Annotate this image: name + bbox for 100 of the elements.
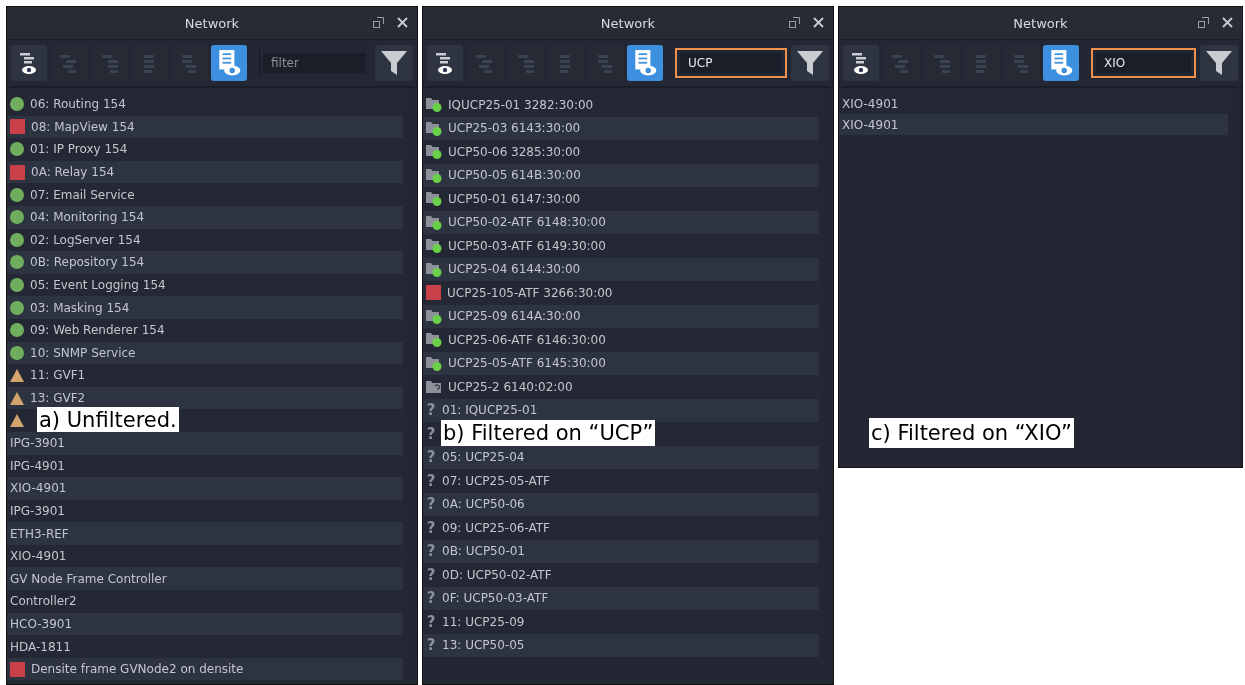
row-label: XIO-4901 [10,549,67,564]
row-label: 02: LogServer 154 [30,232,141,247]
close-button[interactable] [395,15,409,29]
list-row[interactable]: 0A: Relay 154 [7,160,403,184]
row-label: 11: GVF1 [30,368,86,383]
row-label: 06: Routing 154 [30,97,126,112]
row-label: XIO-4901 [842,117,899,132]
status-dot-icon [10,278,24,293]
list-view-icon [1048,49,1074,77]
list-row[interactable]: UCP25-05-ATF 6145:30:00 [423,351,819,375]
row-label: UCP25-105-ATF 3266:30:00 [447,285,613,300]
filter-button[interactable] [791,45,829,81]
filter-button[interactable] [375,45,413,81]
row-label: IPG-3901 [10,436,65,451]
row-label: 03: Masking 154 [30,300,130,315]
close-button[interactable] [1220,15,1234,29]
list-row[interactable]: Densite frame GVNode2 on densite [7,657,403,681]
status-square-icon [10,119,25,135]
row-label: UCP50-03-ATF 6149:30:00 [448,238,606,253]
warning-triangle-icon [10,414,24,428]
folder-icon [426,167,442,183]
row-label: IPG-4901 [10,458,65,473]
list-row[interactable]: UCP50-02-ATF 6148:30:00 [423,210,819,234]
list-view-icon [632,49,658,77]
close-icon [1221,16,1233,28]
unknown-mark: ? [426,589,436,608]
view-mode-button[interactable] [427,45,463,81]
list-row[interactable]: ? 0F: UCP50-03-ATF [423,586,819,610]
panel-title: Network [184,15,240,31]
status-dot-icon [10,323,24,338]
folder-icon [426,332,442,348]
row-label: UCP25-05-ATF 6145:30:00 [448,356,606,371]
funnel-icon [380,49,408,77]
float-button[interactable] [371,15,385,29]
figure-caption: a) Unfiltered. [37,407,179,435]
folder-icon [426,238,442,254]
list-row[interactable]: UCP25-09 614A:30:00 [423,304,819,328]
unknown-mark: ? [426,401,436,420]
list-row[interactable]: GV Node Frame Controller [7,567,403,591]
filter-field[interactable]: XIO [1091,48,1196,78]
folder-icon [426,380,442,394]
filter-button[interactable] [1200,45,1238,81]
view-mode-button[interactable] [843,45,879,81]
view-mode-button[interactable] [11,45,47,81]
status-dot-icon [10,142,24,157]
status-dot-icon [10,232,24,247]
status-dot-icon [10,97,24,112]
list-row[interactable]: ? 05: UCP25-04 [423,445,819,469]
list-row[interactable]: IPG-3901 [7,431,403,455]
list-row[interactable]: 04: Monitoring 154 [7,205,403,229]
folder-icon [426,191,442,207]
float-button[interactable] [1196,15,1210,29]
list-row[interactable]: 10: SNMP Service [7,341,403,365]
row-label: HCO-3901 [10,616,73,631]
figure-caption: b) Filtered on “UCP” [441,420,656,447]
status-dot-icon [10,210,24,225]
row-label: 0B: Repository 154 [30,255,145,270]
row-label: 01: IP Proxy 154 [30,142,128,157]
list-row[interactable]: XIO-4901 [839,114,1228,135]
row-label: 11: UCP25-09 [442,614,525,629]
row-label: 09: UCP25-06-ATF [442,520,550,535]
list-row[interactable]: UCP50-05 614B:30:00 [423,163,819,187]
row-label: 01: IQUCP25-01 [442,403,538,418]
close-icon [812,16,824,28]
row-label: UCP25-03 6143:30:00 [448,121,581,136]
unknown-mark: ? [426,542,436,561]
list-row[interactable]: 03: Masking 154 [7,296,403,319]
figure-caption: c) Filtered on “XIO” [869,418,1074,448]
list-row[interactable]: XIO-4901 [7,477,403,500]
panel-title: Network [600,15,656,31]
folder-icon [426,144,442,160]
float-icon [1197,16,1209,28]
status-square-icon [10,164,25,180]
list-row[interactable]: 0B: Repository 154 [7,251,403,274]
list-row[interactable]: ? 13: UCP50-05 [423,633,819,657]
row-label: UCP25-2 6140:02:00 [448,379,573,394]
list-row[interactable]: 08: MapView 154 [7,115,403,139]
unknown-mark: ? [426,612,436,631]
status-dot-icon [10,255,24,270]
list-row[interactable]: ETH3-REF [7,522,403,545]
list-row[interactable]: ? 0B: UCP50-01 [423,539,819,563]
row-label: 13: UCP50-05 [442,638,525,653]
row-label: 0A: UCP50-06 [442,497,525,512]
filter-field[interactable]: UCP [675,48,787,78]
row-label: UCP25-06-ATF 6146:30:00 [448,332,606,347]
panel-title: Network [1013,15,1068,31]
list-row[interactable]: UCP25-03 6143:30:00 [423,116,819,140]
list-row[interactable]: UCP25-04 6144:30:00 [423,257,819,281]
funnel-icon [1205,49,1233,77]
list-row[interactable]: ? 0A: UCP50-06 [423,492,819,516]
row-label: 07: UCP25-05-ATF [442,473,550,488]
row-label: UCP25-09 614A:30:00 [448,309,581,324]
list-row[interactable]: HCO-3901 [7,612,403,636]
folder-icon [426,97,442,113]
folder-icon [426,120,442,136]
row-label: UCP25-04 6144:30:00 [448,262,581,277]
status-square-icon [10,661,25,677]
close-button[interactable] [811,15,825,29]
float-button[interactable] [787,15,801,29]
status-dot-icon [10,300,24,315]
